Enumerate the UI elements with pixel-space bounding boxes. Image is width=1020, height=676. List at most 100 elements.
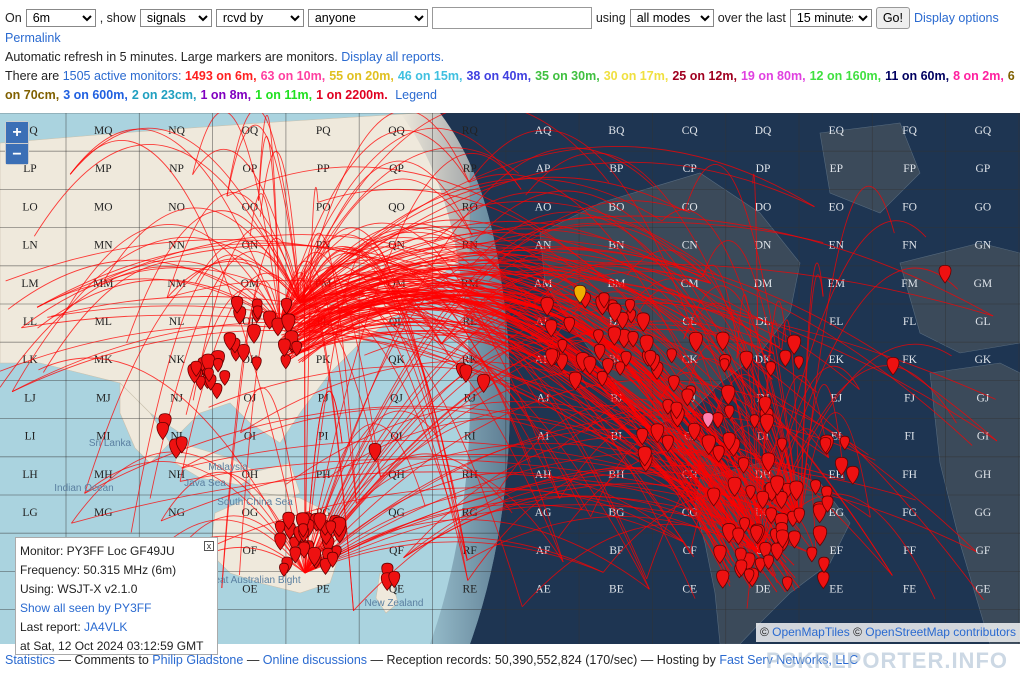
grid-square-label: GM: [974, 278, 993, 290]
on-label: On: [5, 11, 22, 25]
statistics-link[interactable]: Statistics: [5, 653, 55, 667]
legend-link[interactable]: Legend: [395, 88, 437, 102]
grid-square-label: MJ: [96, 392, 111, 404]
grid-square-label: CN: [682, 240, 699, 252]
grid-square-label: FF: [903, 545, 916, 557]
grid-square-label: QO: [388, 201, 405, 213]
band-count-b-4[interactable]: 1 on 11m,: [255, 88, 312, 102]
refresh-row: Automatic refresh in 5 minutes. Large ma…: [5, 50, 444, 64]
permalink-row: Permalink: [5, 31, 61, 45]
grid-square-label: CP: [683, 163, 697, 175]
grid-square-label: FM: [901, 278, 918, 290]
grid-square-label: FP: [903, 163, 916, 175]
band-count-a-0[interactable]: 1493 on 6m,: [185, 69, 257, 83]
by-select[interactable]: rcvd by: [215, 9, 304, 27]
band-count-a-6[interactable]: 30 on 17m,: [604, 69, 669, 83]
grid-square-label: BE: [609, 583, 624, 595]
mode-select[interactable]: all modes: [629, 9, 714, 27]
grid-square-label: EL: [829, 316, 843, 328]
footer-records: — Reception records: 50,390,552,824 (170…: [370, 653, 716, 667]
band-count-a-10[interactable]: 11 on 60m,: [885, 69, 949, 83]
grid-square-label: GN: [975, 240, 992, 252]
grid-square-label: GQ: [975, 125, 992, 137]
monitors-row: There are 1505 active monitors: 1493 on …: [5, 69, 1019, 83]
grid-square-label: DE: [755, 583, 770, 595]
grid-square-label: GE: [975, 583, 990, 595]
band-select[interactable]: 6m: [25, 9, 96, 27]
show-all-seen-link[interactable]: Show all seen by PY3FF: [20, 601, 151, 615]
band-count-a-7[interactable]: 25 on 12m,: [672, 69, 737, 83]
go-button[interactable]: Go!: [875, 7, 910, 29]
zoom-out-button[interactable]: −: [6, 143, 28, 164]
grid-square-label: LM: [21, 278, 38, 290]
online-discussions-link[interactable]: Online discussions: [263, 653, 367, 667]
grid-square-label: GG: [975, 507, 992, 519]
band-count-a-11[interactable]: 8 on 2m,: [953, 69, 1004, 83]
band-count-a-5[interactable]: 35 on 30m,: [535, 69, 600, 83]
band-count-a-8[interactable]: 19 on 80m,: [741, 69, 806, 83]
grid-square-label: AQ: [535, 125, 552, 137]
grid-square-label: LO: [22, 201, 37, 213]
band-count-b-3[interactable]: 1 on 8m,: [200, 88, 251, 102]
band-count-b-1[interactable]: 3 on 600m,: [63, 88, 128, 102]
band-counts-line1: 1493 on 6m, 63 on 10m, 55 on 20m, 46 on 15m…: [185, 69, 1019, 83]
openstreetmap-link[interactable]: OpenStreetMap contributors: [865, 625, 1016, 639]
grid-square-label: GK: [975, 354, 992, 366]
popup-frequency: Frequency: 50.315 MHz (6m): [20, 563, 177, 577]
band-count-b-0[interactable]: on 70cm,: [5, 88, 59, 102]
grid-square-label: LH: [22, 469, 37, 481]
grid-square-label: PK: [316, 354, 331, 366]
permalink-link[interactable]: Permalink: [5, 31, 61, 45]
grid-square-label: OP: [243, 163, 258, 175]
callsign-input[interactable]: [431, 7, 592, 29]
band-count-a-2[interactable]: 55 on 20m,: [329, 69, 394, 83]
grid-square-label: EF: [830, 545, 843, 557]
band-count-a-9[interactable]: 12 on 160m,: [810, 69, 882, 83]
grid-square-label: BP: [609, 163, 623, 175]
last-report-call-link[interactable]: JA4VLK: [84, 620, 127, 634]
grid-square-label: FI: [904, 431, 914, 443]
grid-square-label: MQ: [94, 125, 113, 137]
display-options-link[interactable]: Display options: [914, 11, 999, 25]
band-counts-line2: on 70cm, 3 on 600m, 2 on 23cm, 1 on 8m, 1 on…: [5, 88, 392, 102]
geo-label: Indian Ocean: [54, 483, 114, 494]
grid-square-label: MN: [94, 240, 113, 252]
band-count-a-3[interactable]: 46 on 15m,: [398, 69, 463, 83]
grid-square-label: FN: [902, 240, 917, 252]
grid-square-label: EO: [829, 201, 844, 213]
openmaptiles-link[interactable]: OpenMapTiles: [772, 625, 850, 639]
geo-label: New Zealand: [365, 598, 424, 609]
who-select[interactable]: anyone: [307, 9, 428, 27]
grid-square-label: FO: [902, 201, 917, 213]
display-all-reports-link[interactable]: Display all reports.: [341, 50, 444, 64]
grid-square-label: PE: [316, 583, 329, 595]
band-count-a-12[interactable]: 6: [1008, 69, 1015, 83]
grid-square-label: EQ: [829, 125, 845, 137]
band-count-a-4[interactable]: 38 on 40m,: [466, 69, 531, 83]
geo-label: Sri Lanka: [89, 438, 132, 449]
grid-square-label: EP: [830, 163, 843, 175]
band-count-a-1[interactable]: 63 on 10m,: [261, 69, 326, 83]
grid-square-label: LG: [22, 507, 37, 519]
grid-square-label: GP: [976, 163, 991, 175]
controls-bar: On 6m , show signals rcvd by anyone usin…: [5, 6, 999, 30]
monitor-popup: x Monitor: PY3FF Loc GF49JU Frequency: 5…: [15, 537, 218, 655]
band-count-b-5[interactable]: 1 on 2200m.: [316, 88, 388, 102]
grid-square-label: NQ: [168, 125, 185, 137]
zoom-control: + −: [5, 121, 29, 165]
show-select[interactable]: signals: [139, 9, 212, 27]
grid-square-label: LN: [22, 240, 38, 252]
monitors-row-2: on 70cm, 3 on 600m, 2 on 23cm, 1 on 8m, 1 on…: [5, 88, 437, 102]
grid-square-label: GO: [975, 201, 992, 213]
zoom-in-button[interactable]: +: [6, 122, 28, 143]
band-count-b-2[interactable]: 2 on 23cm,: [132, 88, 197, 102]
author-link[interactable]: Philip Gladstone: [152, 653, 243, 667]
grid-square-label: OJ: [244, 392, 257, 404]
grid-square-label: FE: [903, 583, 916, 595]
close-icon[interactable]: x: [204, 541, 214, 551]
grid-square-label: FL: [903, 316, 916, 328]
active-monitors-link[interactable]: 1505 active monitors:: [63, 69, 182, 83]
copyright-symbol: ©: [759, 625, 769, 639]
period-select[interactable]: 15 minutes: [789, 9, 872, 27]
grid-square-label: GH: [975, 469, 992, 481]
